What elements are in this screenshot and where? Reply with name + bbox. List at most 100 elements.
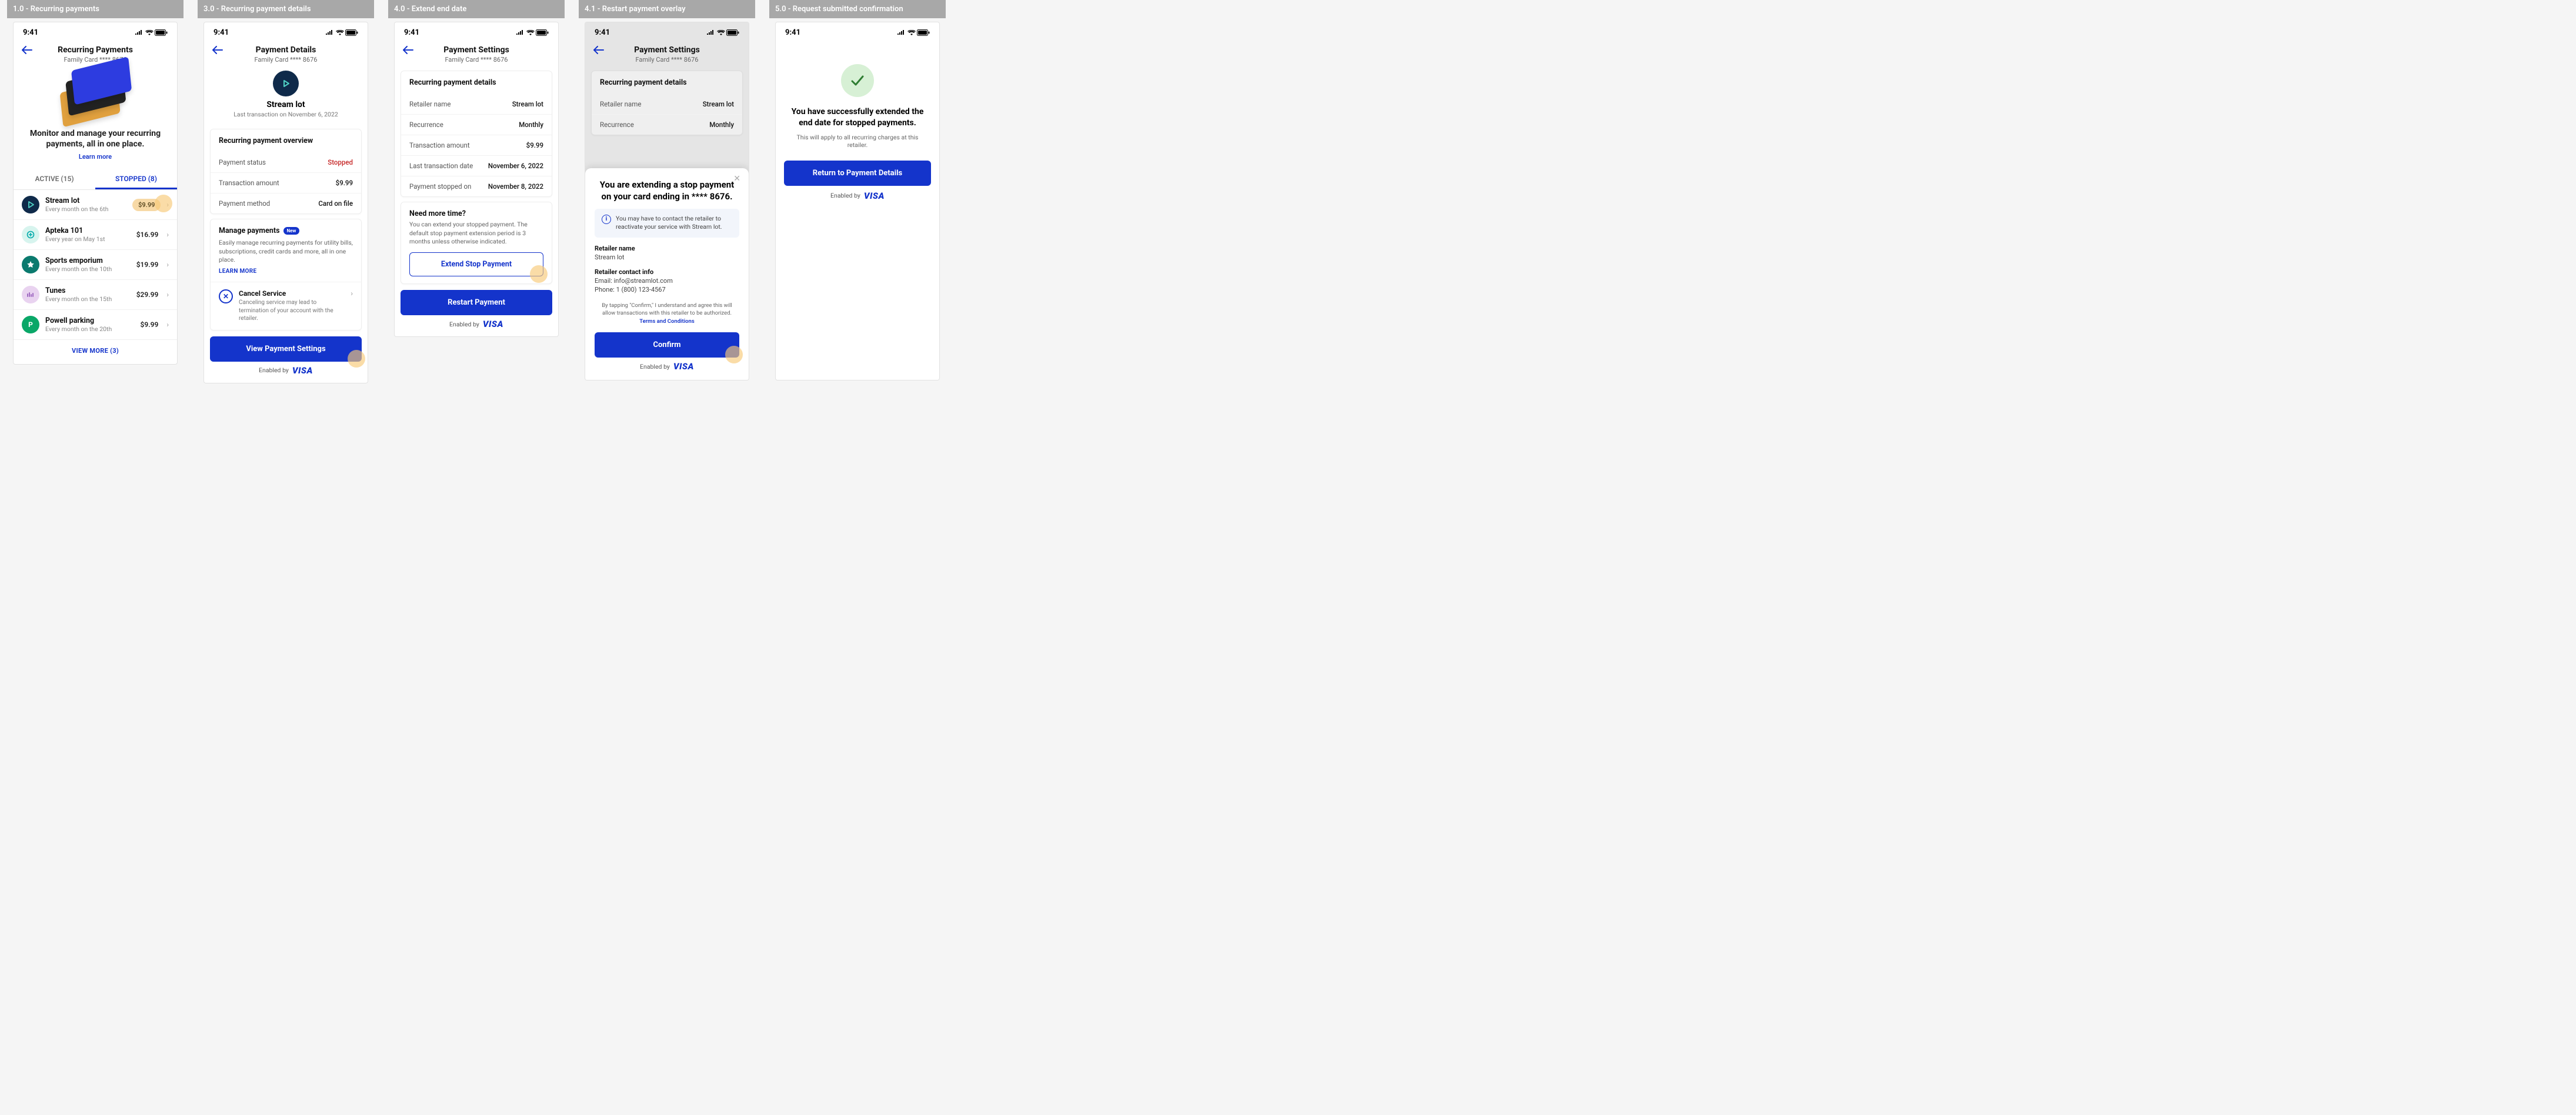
detail-value: $9.99 [526,141,543,149]
detail-value: Stream lot [703,100,734,108]
enabled-by-label: Enabled byVISA [595,361,739,372]
detail-key: Payment status [219,158,266,166]
detail-key: Transaction amount [219,179,279,187]
price: $29.99 [136,291,159,299]
merchant-schedule: Every year on May 1st [45,235,131,243]
chevron-right-icon: › [166,291,169,299]
restart-payment-button[interactable]: Restart Payment [401,290,552,315]
retailer-email: Email: info@streamlot.com [595,277,739,285]
panel-title: 4.1 - Restart payment overlay [579,0,755,18]
visa-logo-icon: VISA [483,319,503,329]
terms-link[interactable]: Terms and Conditions [639,318,695,325]
merchant-name: Stream lot [45,196,126,205]
status-bar: 9:41 [776,22,939,41]
detail-value: Stopped [328,158,353,166]
visa-logo-icon: VISA [292,365,313,376]
status-bar: 9:41 [204,22,368,41]
need-more-desc: You can extend your stopped payment. The… [409,221,543,246]
status-icons [325,29,358,36]
success-subtitle: This will apply to all recurring charges… [776,133,939,149]
back-icon[interactable] [22,45,35,56]
new-badge: New [283,227,300,235]
merchant-name: Powell parking [45,316,135,325]
list-item[interactable]: PPowell parkingEvery month on the 20th$9… [14,310,177,340]
view-payment-settings-button[interactable]: View Payment Settings [210,336,362,362]
info-text: You may have to contact the retailer to … [616,215,732,232]
detail-key: Payment method [219,199,270,208]
phone-frame: 9:41 Payment Details Family Card **** 86… [203,22,368,383]
merchant-icon [22,256,39,273]
return-button[interactable]: Return to Payment Details [784,161,931,186]
merchant-name: Sports emporium [45,256,131,265]
detail-row: Transaction amount $9.99 [401,135,552,155]
tab-stopped[interactable]: STOPPED (8) [95,169,177,189]
enabled-by-label: Enabled byVISA [395,319,558,329]
retailer-contact-label: Retailer contact info [595,268,739,276]
detail-row: Payment status Stopped [211,152,361,172]
list-item[interactable]: Apteka 101Every year on May 1st$16.99› [14,220,177,250]
detail-value: $9.99 [336,179,353,187]
detail-value: November 8, 2022 [488,182,543,191]
close-icon[interactable]: ✕ [733,174,740,183]
need-more-title: Need more time? [409,209,543,218]
detail-key: Recurrence [409,121,443,129]
merchant-schedule: Every month on the 15th [45,295,131,303]
merchant-icon: P [22,316,39,333]
merchant-icon [22,286,39,303]
cards-illustration [54,69,136,126]
merchant-subtitle: Last transaction on November 6, 2022 [204,111,368,118]
retailer-name-value: Stream lot [595,253,739,261]
back-icon[interactable] [212,45,225,56]
chevron-right-icon: › [166,201,169,209]
merchant-schedule: Every month on the 20th [45,325,135,333]
merchant-icon [22,226,39,243]
extend-stop-payment-button[interactable]: Extend Stop Payment [409,252,543,276]
panel-3: 3.0 - Recurring payment details 9:41 Pay… [198,0,374,383]
sheet-title: You are extending a stop payment on your… [595,175,739,209]
back-icon[interactable] [593,45,606,56]
back-icon[interactable] [403,45,416,56]
merchant-logo-icon [273,71,299,96]
detail-key: Transaction amount [409,141,470,149]
confirm-button[interactable]: Confirm [595,332,739,358]
panel-1: 1.0 - Recurring payments 9:41 Recurring … [7,0,183,365]
view-more-link[interactable]: VIEW MORE (3) [14,340,177,357]
panel-4: 4.0 - Extend end date 9:41 Payment Setti… [388,0,565,337]
manage-payments-desc: Easily manage recurring payments for uti… [219,239,353,265]
panel-41: 4.1 - Restart payment overlay 9:41 Payme… [579,0,755,380]
panel-title: 4.0 - Extend end date [388,0,565,18]
list-item[interactable]: TunesEvery month on the 15th$29.99› [14,280,177,310]
detail-value: Monthly [709,121,734,129]
detail-row: Last transaction dateNovember 6, 2022 [401,155,552,176]
card-subtitle: Family Card **** 8676 [35,56,156,64]
retailer-phone: Phone: 1 (800) 123-4567 [595,286,739,293]
cancel-service-row[interactable]: ✕ Cancel Service Canceling service may l… [211,282,361,330]
detail-key: Last transaction date [409,162,473,170]
page-title: Payment Settings [606,45,728,55]
status-time: 9:41 [785,28,800,37]
manage-learn-more-link[interactable]: LEARN MORE [219,268,353,275]
tab-active[interactable]: ACTIVE (15) [14,169,95,189]
list-item[interactable]: Sports emporiumEvery month on the 10th$1… [14,250,177,280]
phone-frame: 9:41 Recurring Payments Family Card ****… [13,22,178,365]
list-item[interactable]: Stream lotEvery month on the 6th$9.99› [14,190,177,220]
chevron-right-icon: › [351,289,353,298]
details-title: Recurring payment details [409,78,543,87]
phone-frame: 9:41 Payment Settings Family Card **** 8… [394,22,559,337]
merchant-schedule: Every month on the 10th [45,265,131,273]
detail-row: Recurrence Monthly [401,114,552,135]
price-badge: $9.99 [132,199,161,211]
status-icons [897,29,930,36]
detail-row: Retailer nameStream lot [401,94,552,114]
enabled-by-label: Enabled byVISA [204,365,368,376]
card-subtitle: Family Card **** 8676 [416,56,537,64]
panel-title: 5.0 - Request submitted confirmation [769,0,946,18]
detail-value: Stream lot [512,100,543,108]
learn-more-link[interactable]: Learn more [25,153,165,161]
cancel-title: Cancel Service [239,289,345,298]
detail-value: Monthly [519,121,543,129]
cancel-icon: ✕ [219,289,233,303]
status-icons [135,29,168,36]
phone-frame: 9:41 You have successfully extended the … [775,22,940,380]
cancel-subtitle: Canceling service may lead to terminatio… [239,299,345,323]
